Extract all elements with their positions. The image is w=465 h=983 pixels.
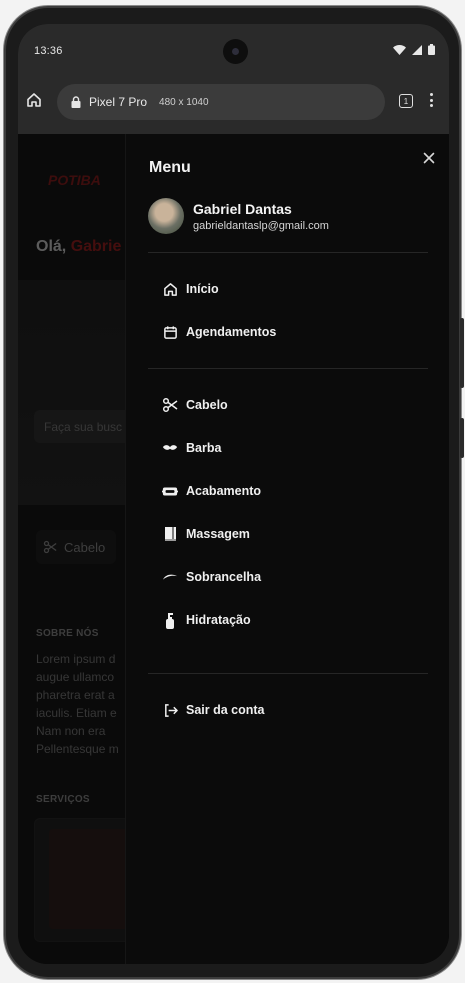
menu-item-label: Barba	[186, 441, 222, 455]
menu-item-sobrancelha[interactable]: Sobrancelha	[162, 569, 261, 585]
lock-icon	[71, 96, 81, 108]
viewport-dimensions: 480 x 1040	[159, 96, 209, 108]
menu-item-label: Agendamentos	[186, 325, 277, 339]
logout-icon	[164, 703, 178, 717]
menu-item-inicio[interactable]: Início	[162, 281, 219, 297]
status-icons	[393, 44, 435, 55]
menu-item-label: Massagem	[186, 527, 250, 541]
menu-item-barba[interactable]: Barba	[162, 440, 221, 456]
battery-icon	[428, 44, 435, 55]
menu-item-agendamentos[interactable]: Agendamentos	[162, 324, 276, 340]
divider	[148, 673, 428, 674]
logout-label: Sair da conta	[186, 703, 265, 717]
lotion-bottle-icon	[166, 612, 174, 629]
status-time: 13:36	[34, 45, 63, 57]
menu-item-cabelo[interactable]: Cabelo	[162, 397, 228, 413]
power-button	[460, 418, 464, 458]
menu-title: Menu	[149, 159, 191, 176]
user-profile: Gabriel Dantas gabrieldantaslp@gmail.com	[148, 198, 329, 234]
scissors-icon	[162, 397, 178, 413]
browser-menu-icon[interactable]	[430, 93, 433, 107]
front-camera	[223, 39, 248, 64]
mustache-icon	[162, 445, 178, 450]
user-email: gabrieldantaslp@gmail.com	[193, 219, 329, 232]
divider	[148, 252, 428, 253]
wifi-icon	[393, 44, 406, 55]
menu-item-massagem[interactable]: Massagem	[162, 526, 250, 542]
address-text: Pixel 7 Pro	[89, 95, 148, 109]
volume-button	[460, 318, 464, 388]
side-menu: Menu Gabriel Dantas gabrieldantaslp@gmai…	[125, 134, 449, 964]
home-icon	[163, 282, 177, 296]
close-icon[interactable]	[421, 150, 437, 166]
tab-count: 1	[403, 96, 409, 106]
menu-item-label: Sobrancelha	[186, 570, 262, 584]
tab-switcher-button[interactable]: 1	[399, 94, 413, 108]
menu-item-hidratacao[interactable]: Hidratação	[162, 612, 251, 629]
menu-item-label: Início	[186, 282, 219, 296]
signal-icon	[412, 44, 422, 55]
menu-item-label: Hidratação	[186, 613, 251, 627]
menu-item-acabamento[interactable]: Acabamento	[162, 483, 261, 499]
address-bar[interactable]: Pixel 7 Pro 480 x 1040	[57, 84, 385, 120]
eyebrow-icon	[162, 574, 178, 580]
calendar-icon	[163, 325, 177, 339]
razor-icon	[162, 487, 178, 495]
menu-item-label: Acabamento	[186, 484, 262, 498]
status-bar: 13:36	[18, 24, 449, 72]
home-icon[interactable]	[26, 92, 42, 108]
phone-frame: 13:36 Pixel 7 Pro 480 x 1040 1 POTIBA Ol	[4, 6, 464, 979]
divider	[148, 368, 428, 369]
user-name: Gabriel Dantas	[193, 200, 292, 217]
logout-button[interactable]: Sair da conta	[162, 702, 265, 718]
browser-toolbar: Pixel 7 Pro 480 x 1040 1	[18, 72, 449, 134]
menu-item-label: Cabelo	[186, 398, 228, 412]
avatar	[148, 198, 184, 234]
towel-icon	[164, 527, 176, 541]
screen: 13:36 Pixel 7 Pro 480 x 1040 1 POTIBA Ol	[18, 24, 449, 964]
